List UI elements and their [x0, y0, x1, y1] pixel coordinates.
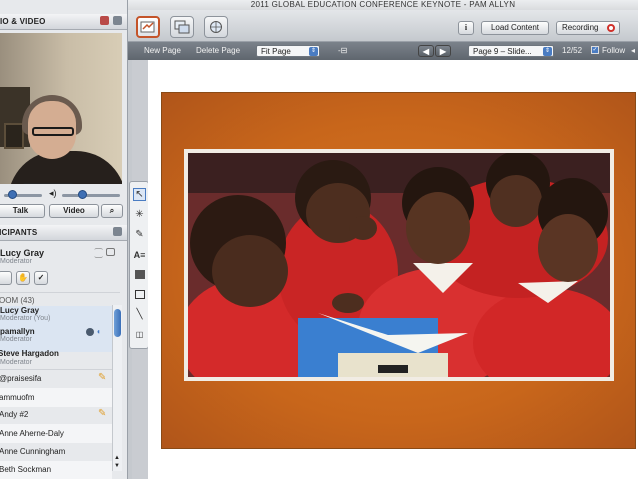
laser-pointer-icon[interactable]: ✳: [133, 208, 146, 221]
list-item[interactable]: Anne Cunningham: [0, 444, 124, 462]
scrollbar-thumb[interactable]: [114, 309, 121, 337]
web-tour-icon[interactable]: [204, 16, 228, 38]
speaker-icon: ◂): [49, 188, 57, 198]
webcam-icon: [86, 328, 94, 336]
list-item[interactable]: Andy #2 ✎: [0, 407, 124, 425]
zoom-value: Fit Page: [261, 47, 291, 56]
panel-menu-icon[interactable]: [113, 16, 122, 25]
recording-label: Recording: [562, 23, 599, 32]
pencil-permission-icon: ✎: [98, 408, 107, 419]
chevron-down-icon: ⇕: [309, 47, 318, 56]
list-item[interactable]: @praisesifa ✎: [0, 371, 124, 389]
talk-button[interactable]: Talk: [0, 204, 45, 218]
scroll-up-icon[interactable]: ▲: [114, 455, 120, 461]
pencil-permission-icon: ✎: [98, 372, 107, 383]
whiteboard-icon[interactable]: [136, 16, 160, 38]
audio-video-title: DIO & VIDEO: [0, 17, 46, 26]
prev-page-button[interactable]: ◀: [418, 45, 434, 57]
speaker-volume-knob[interactable]: [78, 190, 87, 199]
chevron-down-icon: ⇕: [543, 47, 552, 56]
main-toolbar: i Load Content Recording: [128, 10, 638, 42]
whiteboard-subbar: New Page Delete Page Fit Page ⇕ -⊟ ◀ ▶ P…: [128, 42, 638, 60]
follow-label: Follow: [602, 46, 626, 55]
scroll-down-icon[interactable]: ▼: [114, 463, 120, 469]
eraser-icon[interactable]: ◫: [133, 328, 146, 341]
participant-name: Anne Aherne-Daly: [0, 429, 64, 438]
page-select-value: Page 9 – Slide...: [473, 47, 532, 56]
video-picture-frame: [4, 123, 24, 149]
participant-name: @praisesifa: [0, 374, 42, 383]
raise-hand-icon[interactable]: ✋: [16, 271, 30, 285]
list-item[interactable]: Anne Aherne-Daly: [0, 426, 124, 444]
window-title: 2011 GLOBAL EDUCATION CONFERENCE KEYNOTE…: [128, 0, 638, 10]
participant-name: pamallyn: [0, 327, 35, 336]
participant-role: Moderator: [0, 336, 32, 343]
next-page-button[interactable]: ▶: [435, 45, 451, 57]
participant-name: Steve Hargadon: [0, 349, 59, 358]
participants-scrollbar[interactable]: ▲ ▼: [112, 305, 122, 471]
participant-name: ammuofm: [0, 393, 35, 402]
user-status-icon[interactable]: ⁐: [95, 248, 102, 259]
follow-checkbox[interactable]: ✓: [591, 46, 599, 54]
participant-role: Moderator: [0, 359, 32, 366]
participants-header[interactable]: TICIPANTS: [0, 225, 127, 241]
current-user-name: Lucy Gray: [0, 248, 45, 258]
participants-menu-icon[interactable]: [113, 227, 122, 236]
participant-name: Anne Cunningham: [0, 447, 66, 456]
app-share-icon[interactable]: [170, 16, 194, 38]
participant-name: Beth Sockman: [0, 465, 52, 474]
slide-photo: [184, 149, 614, 381]
rectangle-icon[interactable]: [133, 288, 146, 301]
more-icon[interactable]: ◂: [631, 46, 635, 55]
current-user-card: Lucy Gray Moderator ⁐: [0, 245, 124, 269]
list-item[interactable]: Steve Hargadon Moderator: [0, 349, 124, 367]
participant-name: Andy #2: [0, 410, 29, 419]
info-button[interactable]: i: [458, 21, 474, 35]
page-count: 12/52: [562, 46, 583, 55]
students-reading-photo: [188, 153, 610, 377]
list-item[interactable]: Beth Sockman: [0, 463, 124, 479]
arrow-pointer-icon[interactable]: ↖: [133, 188, 146, 201]
participant-role: Moderator (You): [0, 315, 51, 322]
annotation-tools: ↖ ✳ ✎ A≡ ╲ ◫: [129, 181, 149, 349]
line-tool-icon[interactable]: ╲: [133, 308, 146, 321]
audio-video-header[interactable]: DIO & VIDEO: [0, 14, 127, 30]
zoom-fit-icon[interactable]: -⊟: [338, 46, 347, 55]
magnifier-icon: ⌕: [109, 206, 115, 215]
new-page-link[interactable]: New Page: [144, 46, 181, 55]
chat-bubble-icon[interactable]: [106, 248, 115, 256]
list-item[interactable]: ammuofm: [0, 390, 124, 408]
delete-page-link[interactable]: Delete Page: [196, 46, 240, 55]
list-item[interactable]: Lucy Gray Moderator (You): [0, 306, 124, 322]
speaker-volume-track[interactable]: [62, 194, 120, 197]
participants-title: TICIPANTS: [0, 228, 38, 237]
list-item[interactable]: pamallyn Moderator ◖: [0, 327, 124, 343]
agree-check-icon[interactable]: ✓: [34, 271, 48, 285]
load-content-button[interactable]: Load Content: [481, 21, 549, 35]
presenter-glasses: [32, 127, 74, 136]
audio-video-controls: ◂) Talk Video ⌕: [0, 187, 127, 221]
text-tool-icon[interactable]: A≡: [133, 248, 146, 261]
presenter-video: pamallyn: [0, 33, 122, 184]
participant-name: Lucy Gray: [0, 306, 40, 315]
recording-button[interactable]: Recording: [556, 21, 620, 35]
photo-illustration: [188, 153, 610, 377]
zoom-select[interactable]: Fit Page ⇕: [256, 45, 320, 57]
mic-volume-knob[interactable]: [8, 190, 17, 199]
room-count-label: OOM (43): [0, 296, 35, 305]
presenter-name-tag: pamallyn: [23, 183, 73, 184]
left-sidebar: DIO & VIDEO pamallyn ◂) Talk Video ⌕ TIC…: [0, 0, 128, 479]
video-button[interactable]: Video: [49, 204, 99, 218]
current-user-role: Moderator: [0, 258, 32, 265]
fill-rect-icon[interactable]: [133, 268, 146, 281]
mic-active-icon: ◖: [96, 327, 101, 336]
mic-status-icon[interactable]: [100, 16, 109, 25]
video-zoom-button[interactable]: ⌕: [101, 204, 123, 218]
emotion-icon[interactable]: [0, 271, 12, 285]
status-buttons: ✋ ✓: [0, 271, 48, 285]
pencil-icon[interactable]: ✎: [133, 228, 146, 241]
record-icon: [607, 24, 615, 32]
page-select[interactable]: Page 9 – Slide... ⇕: [468, 45, 554, 57]
